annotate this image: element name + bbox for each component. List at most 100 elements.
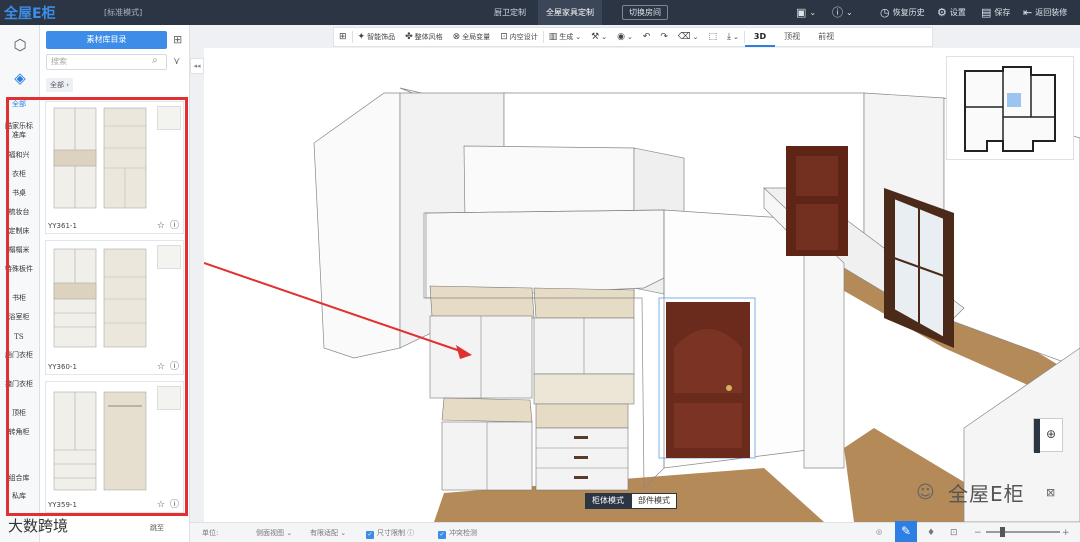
side-view-menu[interactable]: 侧面视图 ⌄ xyxy=(256,528,292,538)
global-variable-label: 全局变量 xyxy=(462,33,491,41)
eye-icon: ◉ xyxy=(617,32,625,42)
side-view-label: 侧面视图 xyxy=(256,529,284,537)
help-icon: ⓘ xyxy=(832,6,843,19)
collapse-handle[interactable] xyxy=(1034,419,1040,453)
view-tab-3d[interactable]: 3D xyxy=(744,27,776,47)
tab-whole-house[interactable]: 全屋家具定制 xyxy=(538,0,602,25)
collapse-panel-button[interactable]: ◂◂ xyxy=(190,58,204,74)
generate-label: 生成 xyxy=(559,33,574,41)
chevron-down-icon: ⌄ xyxy=(575,33,582,41)
cube-icon[interactable]: ⬡ xyxy=(10,35,30,55)
app-logo: 全屋E柜 xyxy=(4,6,56,22)
tool-menu[interactable]: ⚒ ⌄ xyxy=(586,27,612,47)
part-mode-button[interactable]: 部件模式 xyxy=(631,493,677,509)
microphone-icon[interactable]: ♦ xyxy=(927,528,935,538)
save-disk-icon: ▤ xyxy=(981,6,992,19)
generate-icon: ▥ xyxy=(548,32,558,42)
replace-icon: ⊗ xyxy=(452,32,461,42)
chevron-down-icon: ⌄ xyxy=(733,33,739,41)
floor-plan-minimap[interactable] xyxy=(946,56,1074,160)
frame-icon: ⬚ xyxy=(708,32,718,42)
wechat-icon: ☺ xyxy=(916,482,935,503)
watermark-text: 全屋E柜 xyxy=(948,482,1025,506)
inner-space-label: 内空设计 xyxy=(509,33,538,41)
search-input[interactable]: 搜索 xyxy=(46,54,167,70)
auto-fit-menu[interactable]: 有限适配 ⌄ xyxy=(310,528,346,538)
visibility-menu[interactable]: ◉ ⌄ xyxy=(612,27,638,47)
camera-icon[interactable]: ◎ xyxy=(876,528,882,536)
size-limit-checkbox[interactable]: ✓ 尺寸限制 ⓘ xyxy=(366,528,414,539)
save-button[interactable]: ▤ 保存 xyxy=(981,0,1010,25)
mode-label: [标准模式] xyxy=(104,8,143,17)
save-menu[interactable]: ▣ ⌄ xyxy=(796,0,816,25)
chevron-down-icon: ⌄ xyxy=(601,33,608,41)
grid-icon: ⊞ xyxy=(339,32,347,42)
smart-decor-button[interactable]: ✦ 智能饰品 xyxy=(353,27,401,47)
global-variable-button[interactable]: ⊗ 全局变量 xyxy=(448,27,496,47)
pen-icon: ✎ xyxy=(900,524,912,538)
cabinet-mode-button[interactable]: 柜体模式 xyxy=(585,493,631,509)
fit-view-icon[interactable]: ⊡ xyxy=(950,528,958,538)
zoom-icon[interactable]: ⊕ xyxy=(1046,427,1056,441)
unit-label[interactable]: 单位: xyxy=(202,528,218,538)
collision-label: 冲突检测 xyxy=(449,529,477,537)
collision-checkbox[interactable]: ✓ 冲突检测 xyxy=(438,528,477,539)
overall-style-label: 整体风格 xyxy=(414,33,443,41)
grid-button[interactable]: ⊞ xyxy=(334,27,352,47)
chevron-down-icon: ⌄ xyxy=(626,33,633,41)
style-icon: ✤ xyxy=(405,32,413,42)
redo-icon: ↷ xyxy=(660,32,668,42)
chevron-down-icon: ⌄ xyxy=(809,8,817,17)
download-icon: ⤓ xyxy=(727,32,732,42)
download-menu[interactable]: ⤓ ⌄ xyxy=(722,27,744,47)
undo-icon: ↶ xyxy=(642,32,651,42)
bottom-watermark: 大数跨境 xyxy=(8,517,69,535)
exit-icon: ⇤ xyxy=(1023,6,1033,19)
zoom-in-icon[interactable]: + xyxy=(1062,528,1070,538)
badge-icon: ⊠ xyxy=(1046,486,1056,499)
filter-icon[interactable]: ⋎ xyxy=(173,56,180,67)
save-icon: ▣ xyxy=(796,6,807,19)
search-icon[interactable]: ⌕ xyxy=(152,55,158,66)
eraser-menu[interactable]: ⌫ ⌄ xyxy=(673,27,704,47)
view-tab-front[interactable]: 前视 xyxy=(809,27,843,47)
undo-button[interactable]: ↶ xyxy=(638,27,656,47)
redo-button[interactable]: ↷ xyxy=(655,27,673,47)
top-bar: 全屋E柜 [标准模式] 厨卫定制 全屋家具定制 切换房间 ▣ ⌄ ⓘ ⌄ ◷ 恢复历史… xyxy=(0,0,1080,25)
page-jump-label[interactable]: 跳至 xyxy=(150,523,164,533)
cabinet-library-icon[interactable]: ◈ xyxy=(10,68,30,88)
zoom-slider-handle[interactable] xyxy=(1000,527,1005,537)
settings-button[interactable]: ⚙ 设置 xyxy=(937,0,966,25)
overall-style-button[interactable]: ✤ 整体风格 xyxy=(400,27,448,47)
library-directory-button[interactable]: 素材库目录 xyxy=(46,31,167,49)
exit-label: 返回装修 xyxy=(1035,8,1068,17)
check-icon: ✓ xyxy=(438,531,446,539)
generate-button[interactable]: ▥ 生成 ⌄ xyxy=(544,27,586,47)
main-toolbar: ⊞ ✦ 智能饰品 ✤ 整体风格 ⊗ 全局变量 ⊡ 内空设计 ▥ 生成 ⌄ ⚒ ⌄ ◉ ⌄ ↶ ↷… xyxy=(333,27,933,47)
exit-button[interactable]: ⇤ 返回装修 xyxy=(1023,0,1067,25)
history-button[interactable]: ◷ 恢复历史 xyxy=(880,0,925,25)
chevron-down-icon: ⌄ xyxy=(846,8,853,17)
filter-chip-all[interactable]: 全部 › xyxy=(46,78,74,92)
library-toggle-icon[interactable]: ⊞ xyxy=(173,33,182,46)
help-menu[interactable]: ⓘ ⌄ xyxy=(832,0,853,25)
save-label: 保存 xyxy=(994,8,1011,17)
chevron-down-icon: ⌄ xyxy=(692,33,699,41)
filter-chip-label: 全部 xyxy=(50,81,64,89)
inner-space-button[interactable]: ⊡ 内空设计 xyxy=(495,27,543,47)
draw-tool-button[interactable]: ✎ xyxy=(895,521,917,542)
size-limit-label: 尺寸限制 xyxy=(377,529,405,537)
eraser-icon: ⌫ xyxy=(677,32,691,42)
tool-icon: ⚒ xyxy=(591,32,600,42)
auto-fit-label: 有限适配 xyxy=(310,529,338,537)
switch-room-button[interactable]: 切换房间 xyxy=(622,5,668,20)
zoom-out-icon[interactable]: − xyxy=(974,528,982,538)
inspect-panel-toggle[interactable]: ⊕ xyxy=(1033,418,1063,453)
zoom-slider[interactable] xyxy=(986,531,1060,533)
mode-switch: 柜体模式 部件模式 xyxy=(585,493,677,509)
frame-button[interactable]: ⬚ xyxy=(704,27,723,47)
space-icon: ⊡ xyxy=(500,32,508,42)
history-label: 恢复历史 xyxy=(892,8,925,17)
tab-kitchen-bath[interactable]: 厨卫定制 xyxy=(486,0,534,25)
view-tab-top[interactable]: 顶视 xyxy=(775,27,809,47)
